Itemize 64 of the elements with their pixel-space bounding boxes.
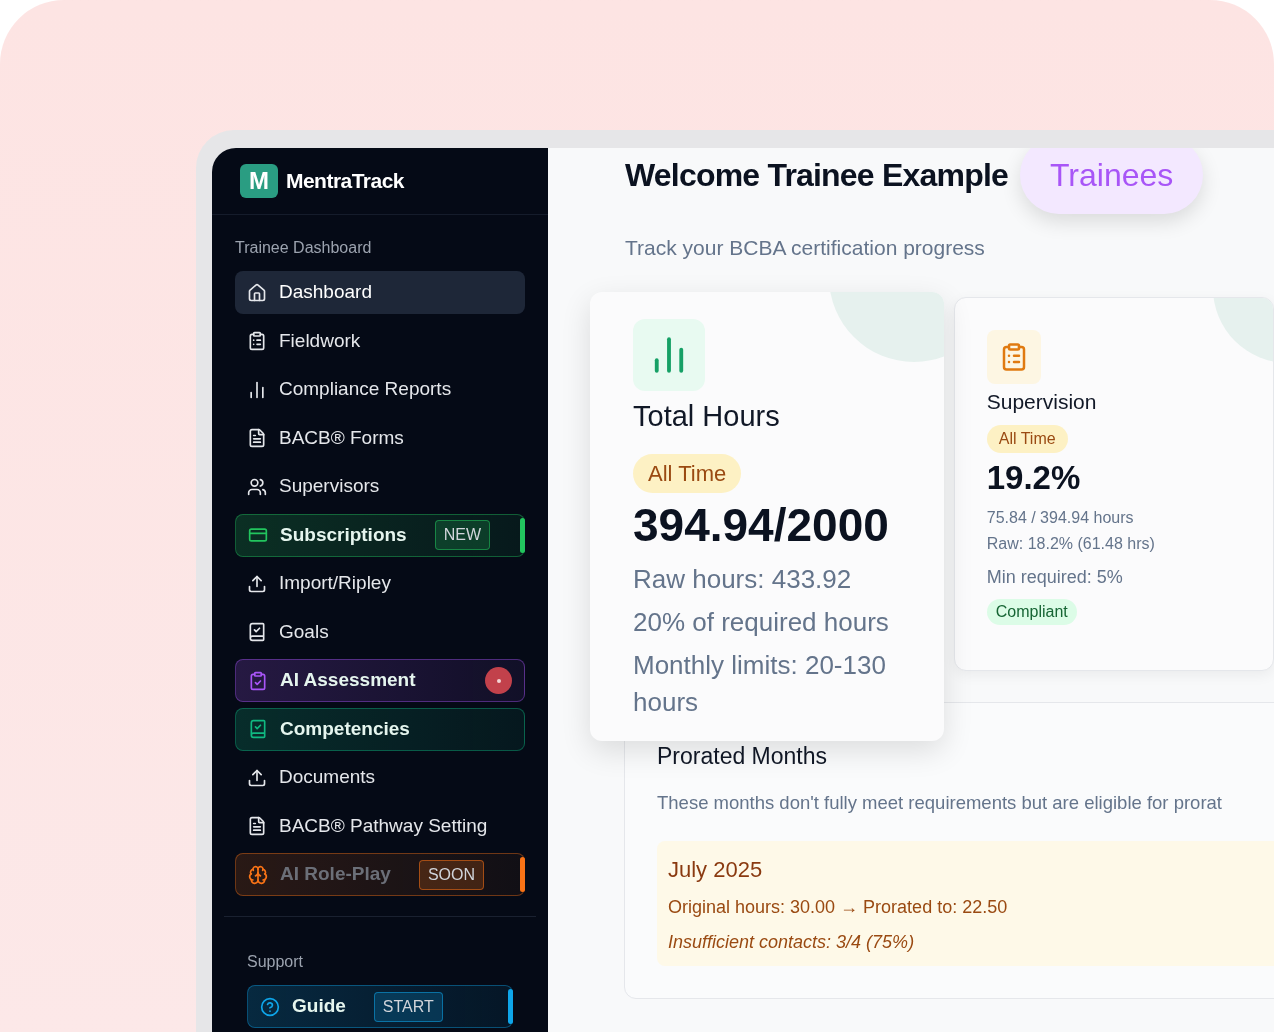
card-detail: Min required: 5%: [986, 566, 1124, 590]
card-detail: 20% of required hours: [633, 605, 890, 639]
section-title: Support: [247, 952, 305, 972]
home-icon: [247, 282, 267, 303]
section-title: Trainee Dashboard: [235, 238, 373, 258]
month-note: Insufficient contacts: 3/4 (75%): [668, 930, 916, 954]
nav-label: Subscriptions: [280, 522, 407, 547]
nav-label: BACB® Forms: [279, 425, 404, 450]
page-title: Welcome Trainee Example: [625, 156, 1008, 195]
card-detail: Raw: 18.2% (61.48 hrs): [986, 534, 1156, 555]
nav-item[interactable]: Import/Ripley: [235, 562, 525, 605]
card-title: Supervision: [986, 388, 1098, 415]
brand-name: MentraTrack: [286, 168, 404, 195]
card-title: Total Hours: [633, 398, 781, 434]
upload-icon: [247, 767, 267, 788]
nav-label: AI Assessment: [280, 668, 416, 693]
nav-item[interactable]: BACB® Forms: [235, 416, 525, 460]
bar-chart-icon: [247, 379, 267, 400]
nav-label: Competencies: [280, 716, 410, 741]
nav-label: Goals: [279, 619, 329, 644]
card-value: 394.94/2000: [633, 498, 890, 553]
nav-badge: SOON: [418, 859, 484, 890]
nav-label: Guide: [292, 994, 346, 1019]
nav-label: Import/Ripley: [279, 571, 391, 596]
card-detail: 75.84 / 394.94 hours: [986, 508, 1135, 529]
nav-item[interactable]: Fieldwork: [235, 319, 525, 363]
nav-item[interactable]: Subscriptions NEW: [235, 513, 525, 557]
nav-item[interactable]: Competencies: [235, 707, 525, 751]
upload-icon: [247, 573, 267, 594]
nav-label: Fieldwork: [279, 328, 361, 353]
users-icon: [247, 476, 267, 497]
nav-label: Dashboard: [279, 280, 372, 305]
clipboard-icon: [247, 331, 267, 351]
nav-item[interactable]: Guide START: [247, 985, 513, 1028]
logo-mark: M: [240, 164, 278, 198]
nav-item[interactable]: Documents: [235, 756, 525, 799]
nav-label: AI Role-Play: [280, 862, 391, 887]
card-detail: Monthly limits: 20-130 hours: [633, 648, 887, 719]
month-detail: Original hours: 30.00 → Prorated to: 22.50: [668, 895, 1009, 919]
panel-description: These months don't fully meet requirements but are eligible for prorat: [657, 791, 1223, 815]
nav-badge: START: [373, 991, 443, 1022]
role-badge: Trainees: [1020, 148, 1204, 214]
nav-label: Compliance Reports: [279, 377, 452, 402]
document-icon: [247, 428, 267, 448]
nav-label: Supervisors: [279, 474, 380, 499]
card-detail: Raw hours: 433.92: [633, 562, 853, 596]
period-pill: All Time: [986, 425, 1068, 453]
nav-item[interactable]: AI Assessment: [235, 659, 525, 702]
nav-item[interactable]: Goals: [235, 610, 525, 654]
nav-item[interactable]: Dashboard: [235, 271, 525, 314]
card-value: 19.2%: [986, 458, 1082, 498]
page-subtitle: Track your BCBA certification progress: [624, 235, 986, 261]
checkbook-icon: [247, 622, 267, 642]
panel-title: Prorated Months: [657, 741, 829, 771]
month-title: July 2025: [668, 855, 764, 884]
nav-label: Documents: [279, 765, 376, 790]
period-pill: All Time: [633, 454, 742, 493]
nav-item[interactable]: Supervisors: [235, 465, 525, 508]
status-pill: Compliant: [986, 599, 1077, 626]
nav-item[interactable]: Compliance Reports: [235, 368, 525, 411]
document-icon: [247, 816, 267, 836]
nav-badge: NEW: [434, 520, 490, 550]
nav-label: BACB® Pathway Setting: [279, 813, 488, 838]
nav-item[interactable]: BACB® Pathway Setting: [235, 804, 525, 848]
